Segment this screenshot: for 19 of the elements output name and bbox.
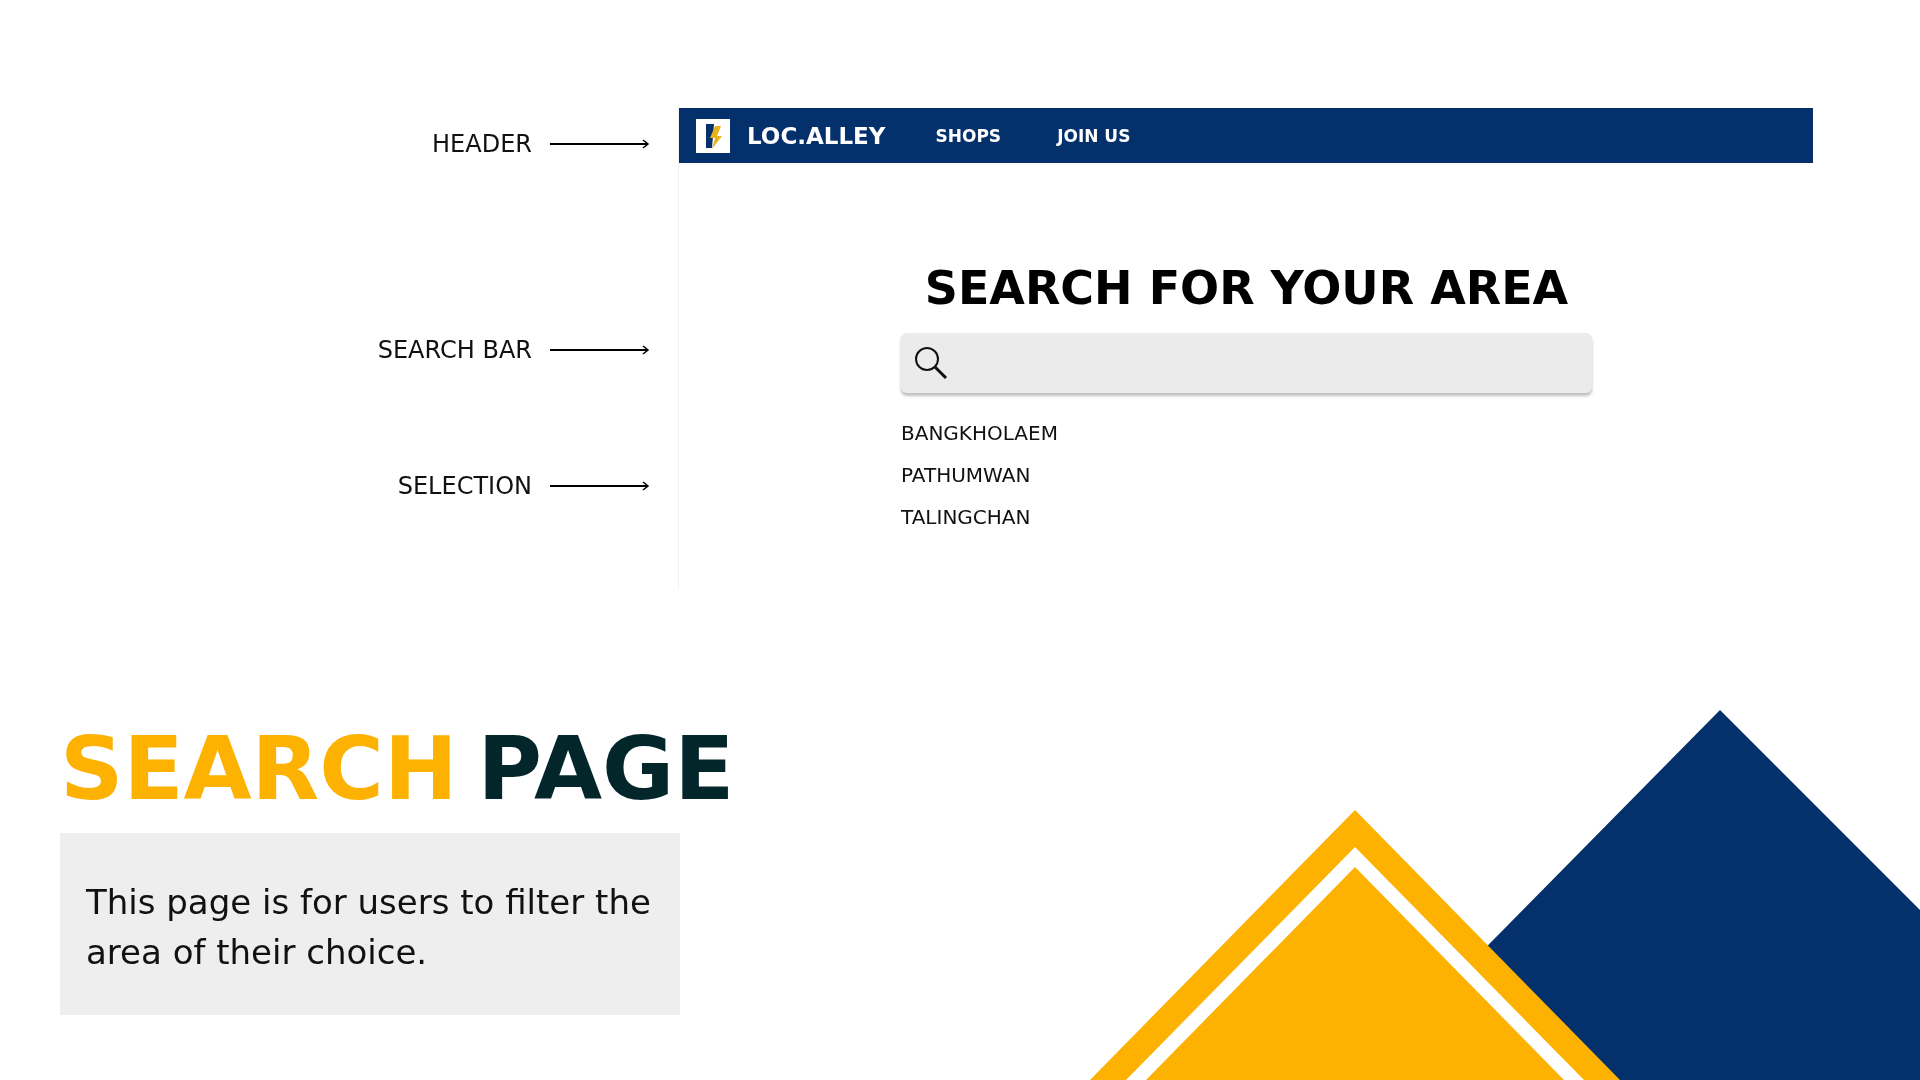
area-option[interactable]: TALINGCHAN <box>901 505 1031 529</box>
slide-title: PAGE <box>477 725 735 813</box>
area-option[interactable]: PATHUMWAN <box>901 463 1031 487</box>
arrow-icon <box>550 138 650 150</box>
nav-link[interactable]: SHOPS <box>935 125 1002 146</box>
annotation-label: HEADER <box>432 130 532 158</box>
logo-icon <box>695 117 731 154</box>
annotation-label: SELECTION <box>397 472 532 500</box>
slide-title-highlight: SEARCH <box>60 725 458 813</box>
arrow-icon <box>550 480 650 492</box>
description-text: This page is for users to filter the area of their choice. <box>86 881 652 974</box>
annotation-label: SEARCH BAR <box>377 336 532 364</box>
nav-link[interactable]: JOIN US <box>1057 125 1131 146</box>
search-field[interactable] <box>901 333 1592 393</box>
arrow-icon <box>550 344 650 356</box>
brand-name[interactable]: LOC.ALLEY <box>747 122 886 149</box>
page-heading: SEARCH FOR YOUR AREA <box>923 261 1570 315</box>
search-icon <box>913 345 949 381</box>
area-option[interactable]: BANGKHOLAEM <box>901 421 1058 445</box>
